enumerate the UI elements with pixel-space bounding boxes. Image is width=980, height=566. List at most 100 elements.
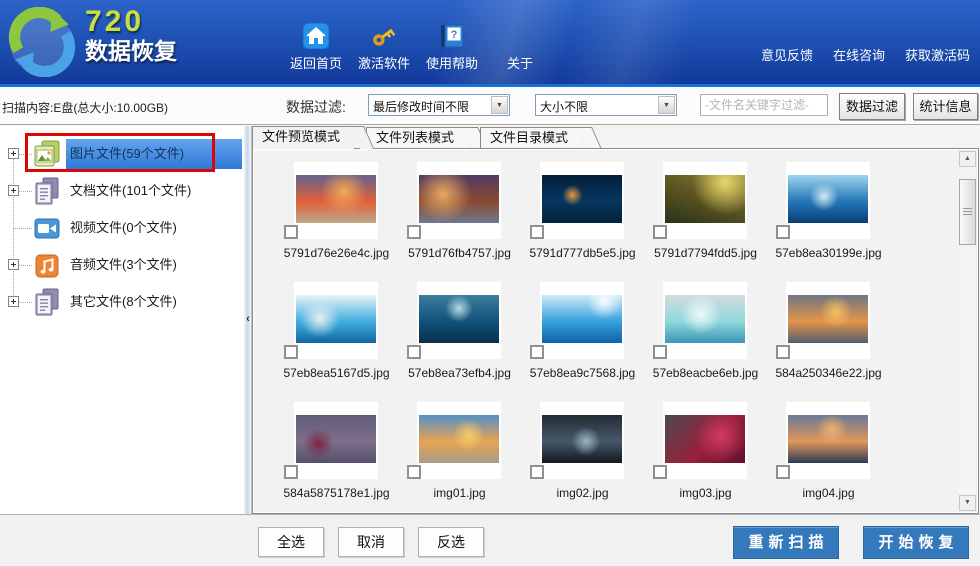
file-thumbnail[interactable]: [540, 162, 624, 239]
sidebar-item-images[interactable]: 图片文件(59个文件): [0, 133, 244, 172]
scroll-up-button[interactable]: ▲: [959, 151, 976, 167]
toolbar-help-button[interactable]: ? 使用帮助: [422, 23, 482, 72]
sidebar-item-documents[interactable]: 文档文件(101个文件): [0, 172, 244, 209]
file-checkbox[interactable]: [284, 225, 298, 239]
tab-directory[interactable]: 文件目录模式: [480, 127, 583, 148]
file-thumbnail[interactable]: [417, 162, 501, 239]
file-checkbox[interactable]: [653, 225, 667, 239]
vertical-scrollbar[interactable]: ▲ ▼: [959, 151, 976, 511]
tree-expander-icon[interactable]: [8, 147, 19, 159]
tree-expander-icon[interactable]: [8, 295, 19, 307]
header-toolbar: 返回首页 激活软件 ? 使用帮助 关于: [286, 23, 550, 72]
brand-name: 数据恢复: [85, 38, 177, 64]
filename-keyword-input[interactable]: [700, 94, 828, 116]
file-thumbnail[interactable]: [540, 402, 624, 479]
thumbnail-image: [665, 415, 745, 463]
file-cell: 5791d777db5e5.jpg: [521, 162, 644, 282]
start-recovery-button[interactable]: 开始恢复: [863, 526, 969, 559]
tree-expander-icon[interactable]: [8, 184, 19, 196]
file-thumbnail[interactable]: [540, 282, 624, 359]
file-checkbox[interactable]: [776, 345, 790, 359]
toolbar-key-button[interactable]: 激活软件: [354, 23, 414, 72]
file-checkbox[interactable]: [653, 345, 667, 359]
file-cell: 57eb8ea30199e.jpg: [767, 162, 890, 282]
document-files-icon: [33, 177, 61, 205]
toolbar-label: 激活软件: [357, 56, 410, 71]
file-thumbnail[interactable]: [417, 402, 501, 479]
sidebar-item-other[interactable]: 其它文件(8个文件): [0, 283, 244, 320]
file-thumbnail[interactable]: [417, 282, 501, 359]
link-online-support[interactable]: 在线咨询: [833, 45, 885, 64]
sidebar: 图片文件(59个文件) 文档文件(101个文件) 视频文件(0个文件) 音频文件…: [0, 126, 244, 514]
toolbar-about-button[interactable]: 关于: [490, 23, 550, 72]
file-thumbnail[interactable]: [786, 402, 870, 479]
file-name: 5791d7794fdd5.jpg: [654, 246, 757, 260]
sidebar-item-audio[interactable]: 音频文件(3个文件): [0, 246, 244, 283]
file-checkbox[interactable]: [284, 465, 298, 479]
brand-swirl-icon: [7, 6, 77, 78]
collapse-left-icon[interactable]: ‹: [244, 314, 252, 325]
file-cell: 584a250346e22.jpg: [767, 282, 890, 402]
file-name: img01.jpg: [433, 486, 486, 500]
invert-selection-button[interactable]: 反选: [418, 527, 484, 557]
file-cell: 57eb8ea9c7568.jpg: [521, 282, 644, 402]
toolbar-label: 使用帮助: [425, 56, 478, 71]
time-filter-dropdown[interactable]: 最后修改时间不限 ▼: [368, 94, 510, 116]
file-cell: img03.jpg: [644, 402, 767, 522]
audio-files-icon: [33, 251, 61, 279]
file-checkbox[interactable]: [530, 225, 544, 239]
file-checkbox[interactable]: [407, 225, 421, 239]
file-checkbox[interactable]: [653, 465, 667, 479]
file-cell: 5791d7794fdd5.jpg: [644, 162, 767, 282]
file-thumbnail[interactable]: [294, 402, 378, 479]
file-checkbox[interactable]: [407, 465, 421, 479]
link-get-activation-code[interactable]: 获取激活码: [905, 45, 970, 64]
home-icon: [303, 23, 329, 49]
file-cell: 57eb8eacbe6eb.jpg: [644, 282, 767, 402]
file-thumbnail[interactable]: [786, 162, 870, 239]
tab-preview[interactable]: 文件预览模式: [252, 126, 355, 149]
file-thumbnail[interactable]: [294, 162, 378, 239]
info-icon: [507, 23, 533, 49]
file-thumbnail[interactable]: [786, 282, 870, 359]
brand-logo: 720 数据恢复: [85, 5, 177, 65]
other-files-icon: [33, 288, 61, 316]
app-window: 720 数据恢复 返回首页 激活软件 ? 使用帮助 关于 意见反馈 在线咨询 获取激…: [0, 0, 980, 566]
file-checkbox[interactable]: [407, 345, 421, 359]
file-checkbox[interactable]: [776, 225, 790, 239]
file-preview-panel: 5791d76e26e4c.jpg 5791d76fb4757.jpg 5791…: [252, 148, 979, 514]
sidebar-item-videos[interactable]: 视频文件(0个文件): [0, 209, 244, 246]
thumbnail-image: [296, 415, 376, 463]
chevron-down-icon[interactable]: ▼: [491, 96, 508, 114]
file-name: 57eb8eacbe6eb.jpg: [652, 366, 759, 380]
file-checkbox[interactable]: [284, 345, 298, 359]
toolbar-home-button[interactable]: 返回首页: [286, 23, 346, 72]
rescan-button[interactable]: 重新扫描: [733, 526, 839, 559]
link-feedback[interactable]: 意见反馈: [761, 45, 813, 64]
size-filter-dropdown[interactable]: 大小不限 ▼: [535, 94, 677, 116]
tree-item-label: 视频文件(0个文件): [70, 219, 177, 235]
data-filter-button[interactable]: 数据过滤: [839, 93, 905, 120]
scrollbar-thumb[interactable]: [959, 179, 976, 245]
file-name: 57eb8ea30199e.jpg: [775, 246, 882, 260]
header: 720 数据恢复 返回首页 激活软件 ? 使用帮助 关于 意见反馈 在线咨询 获取激…: [0, 0, 980, 87]
file-thumbnail[interactable]: [663, 162, 747, 239]
file-checkbox[interactable]: [530, 465, 544, 479]
cancel-selection-button[interactable]: 取消: [338, 527, 404, 557]
file-checkbox[interactable]: [776, 465, 790, 479]
brand-number: 720: [85, 5, 145, 38]
stats-info-button[interactable]: 统计信息: [913, 93, 978, 120]
file-thumbnail[interactable]: [294, 282, 378, 359]
thumbnail-image: [542, 295, 622, 343]
scroll-down-button[interactable]: ▼: [959, 495, 976, 511]
file-checkbox[interactable]: [530, 345, 544, 359]
tab-list[interactable]: 文件列表模式: [366, 127, 469, 148]
tree-expander-icon[interactable]: [8, 258, 19, 270]
select-all-button[interactable]: 全选: [258, 527, 324, 557]
tree-item-label: 文档文件(101个文件): [70, 182, 192, 198]
panel-splitter[interactable]: ‹: [244, 126, 252, 514]
file-thumbnail[interactable]: [663, 282, 747, 359]
chevron-down-icon[interactable]: ▼: [658, 96, 675, 114]
tree-item-label: 音频文件(3个文件): [70, 256, 177, 272]
file-thumbnail[interactable]: [663, 402, 747, 479]
